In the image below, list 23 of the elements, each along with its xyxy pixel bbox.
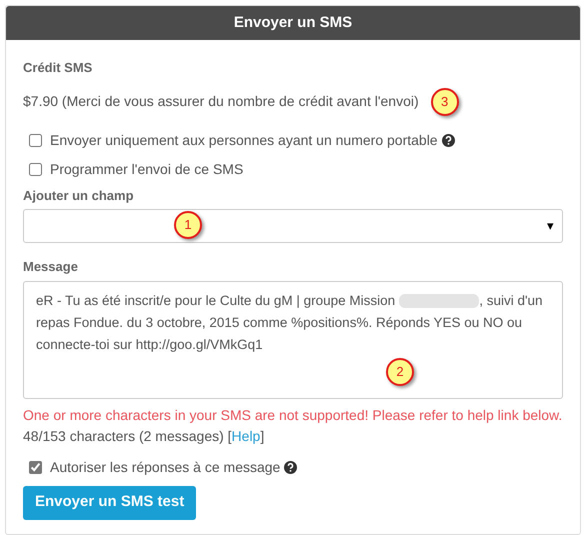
checkbox-label: Programmer l'envoi de ce SMS [50, 160, 244, 179]
caret-icon: ▾ [547, 216, 554, 236]
message-text: eR - Tu as été inscrit/e pour le Culte du gM | groupe Mission , suivi d'un repas Fondue. du 3 octobre, 2015 comme %positions%. Réponds YES ou NO ou connecte-toi sur http://goo.gl/VMkGq1 [36, 292, 544, 354]
credit-label: Crédit SMS [23, 59, 94, 77]
callout-badge: 3 [430, 88, 459, 116]
checkbox-label: Autoriser les réponses à ce message [50, 458, 280, 477]
help-icon[interactable] [284, 460, 298, 474]
checkbox[interactable] [29, 460, 42, 474]
callout-badge: 1 [174, 211, 202, 239]
checkbox[interactable] [29, 134, 42, 146]
field-select[interactable]: ▾ 1 [23, 209, 563, 243]
error-message: One or more characters in your SMS are not supported! Please refer to help link below. [23, 406, 563, 425]
field-label: Ajouter un champ [23, 186, 135, 205]
credit-text: $7.90 (Merci de vous assurer du nombre de crédit avant l'envoi) [23, 92, 419, 111]
panel-title: Envoyer un SMS [234, 12, 352, 33]
bracket-text: ] [260, 428, 264, 444]
message-field[interactable]: eR - Tu as été inscrit/e pour le Culte du gM | groupe Mission , suivi d'un repas Fondue. du 3 octobre, 2015 comme %positions%. Réponds YES ou NO ou connecte-toi sur http://goo.gl/VMkGq1 2 [23, 280, 563, 398]
help-icon[interactable] [442, 134, 455, 146]
checkbox[interactable] [29, 162, 42, 176]
character-count: 48/153 characters (2 messages) [ [23, 428, 232, 444]
checkbox-label: Envoyer uniquement aux personnes ayant un numero portable [50, 130, 438, 150]
callout-badge: 2 [386, 358, 414, 386]
message-label: Message [23, 258, 79, 276]
